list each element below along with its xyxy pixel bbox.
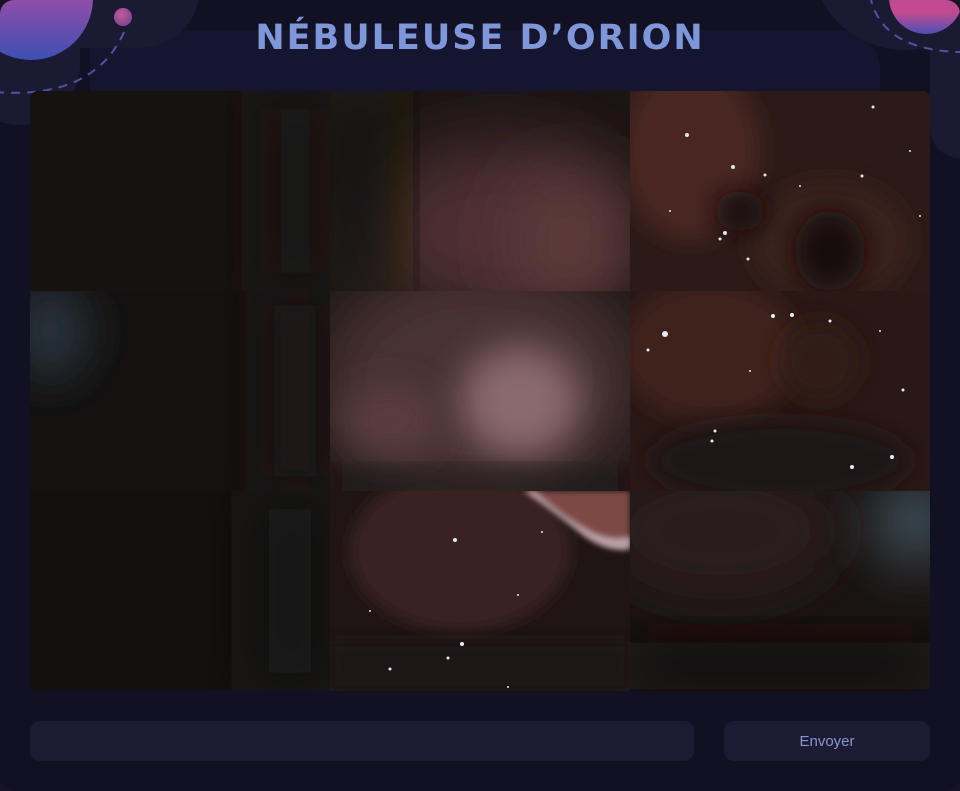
puzzle-tile-blurred[interactable] xyxy=(630,491,930,691)
answer-input[interactable] xyxy=(30,721,694,761)
game-title: NÉBULEUSE D’ORION xyxy=(255,18,705,58)
puzzle-tile-blurred[interactable] xyxy=(30,291,330,491)
puzzle-tile-revealed[interactable] xyxy=(330,491,630,691)
puzzle-tile-blurred[interactable] xyxy=(30,491,330,691)
send-button[interactable]: Envoyer xyxy=(724,721,930,761)
puzzle-tile-revealed[interactable] xyxy=(630,91,930,291)
puzzle-tile-blurred[interactable] xyxy=(30,91,330,291)
game-window: NÉBULEUSE D’ORION Envoyer xyxy=(0,0,960,791)
puzzle-tile-blurred[interactable] xyxy=(330,91,630,291)
puzzle-tile-blurred[interactable] xyxy=(330,291,630,491)
puzzle-tile-revealed[interactable] xyxy=(630,291,930,491)
puzzle-board xyxy=(30,91,930,691)
